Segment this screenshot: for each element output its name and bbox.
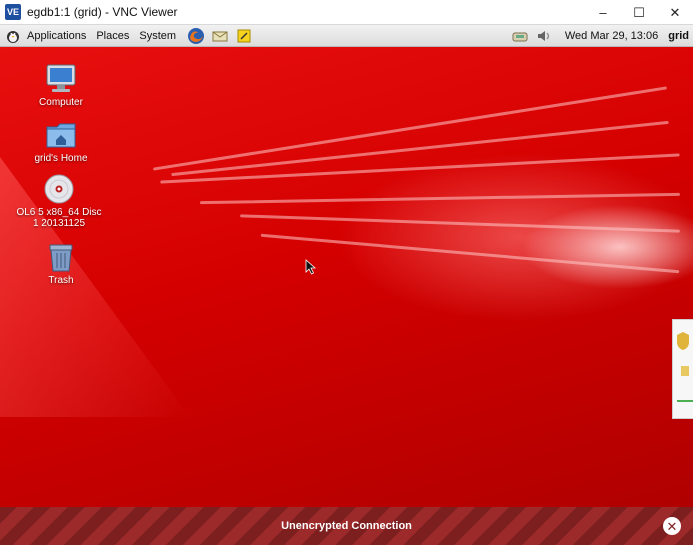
gnome-top-panel: Applications Places System Wed Mar 29, 1… xyxy=(0,25,693,47)
network-icon[interactable] xyxy=(511,27,529,45)
minimize-button[interactable]: – xyxy=(585,0,621,25)
menu-system[interactable]: System xyxy=(139,30,176,42)
notes-launcher-icon[interactable] xyxy=(235,27,253,45)
trash-icon xyxy=(44,241,78,273)
menu-applications[interactable]: Applications xyxy=(27,30,86,42)
desktop-icon-label: Trash xyxy=(48,275,74,286)
desktop-icon-label: OL6 5 x86_64 Disc 1 20131125 xyxy=(16,207,102,229)
maximize-button[interactable]: ☐ xyxy=(621,0,657,25)
panel-user[interactable]: grid xyxy=(668,30,689,42)
window-title: egdb1:1 (grid) - VNC Viewer xyxy=(27,5,178,19)
mail-launcher-icon[interactable] xyxy=(211,27,229,45)
wallpaper-streak xyxy=(260,233,680,274)
panel-clock[interactable]: Wed Mar 29, 13:06 xyxy=(565,30,658,42)
wallpaper-streak xyxy=(200,192,680,205)
vnc-viewer-logo-icon: VE xyxy=(5,4,21,20)
desktop-icon-trash[interactable]: Trash xyxy=(16,241,106,286)
firefox-launcher-icon[interactable] xyxy=(187,27,205,45)
desktop-icon-computer[interactable]: Computer xyxy=(16,63,106,108)
desktop-icon-label: Computer xyxy=(39,97,83,108)
volume-icon[interactable] xyxy=(535,27,553,45)
window-controls: – ☐ ✕ xyxy=(585,0,693,25)
gnome-foot-icon[interactable] xyxy=(4,27,22,45)
window-titlebar: VE egdb1:1 (grid) - VNC Viewer – ☐ ✕ xyxy=(0,0,693,25)
connection-status-text: Unencrypted Connection xyxy=(281,520,412,532)
desktop-icon-label: grid's Home xyxy=(34,153,88,164)
dvd-disc-icon xyxy=(42,173,76,205)
menu-places[interactable]: Places xyxy=(96,30,129,42)
close-bar-button[interactable]: ✕ xyxy=(663,517,681,535)
connection-status-bar: Unencrypted Connection ✕ xyxy=(0,507,693,545)
computer-icon xyxy=(44,63,78,95)
desktop-icon-home[interactable]: grid's Home xyxy=(16,119,106,164)
home-folder-icon xyxy=(44,119,78,151)
desktop-icon-disc[interactable]: OL6 5 x86_64 Disc 1 20131125 xyxy=(14,173,104,229)
panel-tray: Wed Mar 29, 13:06 grid xyxy=(505,25,689,47)
mouse-pointer-icon xyxy=(305,259,317,280)
wallpaper-streak xyxy=(240,214,680,233)
close-button[interactable]: ✕ xyxy=(657,0,693,25)
desktop-background[interactable]: Computer grid's Home OL6 5 x86_64 Disc 1… xyxy=(0,47,693,507)
offscreen-panel-widget[interactable] xyxy=(672,319,693,419)
